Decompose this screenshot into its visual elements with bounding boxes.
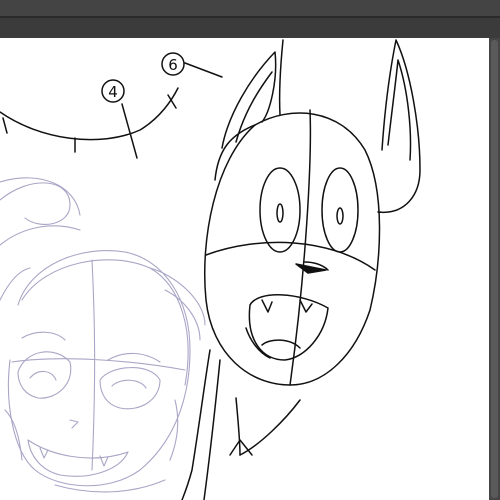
mouth	[248, 294, 329, 361]
collar-line	[239, 399, 301, 456]
toolbar-strip	[0, 0, 500, 16]
sketch-nose	[69, 419, 79, 429]
scrollbar-thumb[interactable]	[491, 40, 498, 498]
sketch-ear-right-2	[164, 289, 201, 341]
canvas-gutter	[0, 18, 500, 38]
sketch-hair-back	[0, 225, 81, 246]
sketch-eye-left-inner	[29, 370, 57, 381]
ear-left-stem	[278, 39, 284, 116]
sketch-mouth	[27, 439, 129, 477]
ear-left	[221, 51, 277, 149]
artwork-layer[interactable]: 4 6	[0, 38, 489, 500]
head-outline-back	[214, 124, 256, 181]
neck-left	[181, 349, 211, 500]
sketch-head-outline	[7, 250, 191, 487]
mouth-teeth-top	[261, 299, 313, 313]
sketch-ear-right	[149, 267, 206, 326]
marker-four-label: 4	[108, 83, 118, 101]
clock-tick-four	[121, 103, 138, 159]
sketch-hair-swirl	[0, 182, 71, 225]
inked-character	[181, 39, 421, 500]
clock-arc	[0, 87, 179, 141]
ear-right-inner	[387, 59, 412, 161]
document-canvas[interactable]: 4 6	[0, 38, 489, 500]
sketch-brow-left	[21, 331, 66, 341]
marker-six-label: 6	[168, 56, 178, 74]
eye-right-pupil	[336, 207, 344, 225]
clock-tick-left	[2, 117, 8, 134]
vertical-scrollbar[interactable]	[489, 38, 500, 500]
eye-right	[321, 167, 359, 253]
sketch-eye-right	[99, 367, 161, 410]
sketch-collar	[54, 479, 166, 493]
sketch-center-line	[91, 259, 96, 471]
eye-left	[259, 167, 301, 253]
rough-sketch-layer	[0, 177, 206, 493]
ear-right	[377, 39, 421, 213]
sketch-eye-line	[11, 358, 186, 371]
collar-v	[229, 439, 253, 456]
drawing-app-window: 4 6	[0, 0, 500, 500]
eye-left-pupil	[276, 203, 284, 223]
clock-guide	[0, 52, 223, 159]
sketch-eye-right-inner	[111, 379, 147, 389]
neck-left-2	[203, 359, 221, 500]
clock-tick-six	[184, 62, 223, 78]
head-outline	[203, 112, 381, 386]
